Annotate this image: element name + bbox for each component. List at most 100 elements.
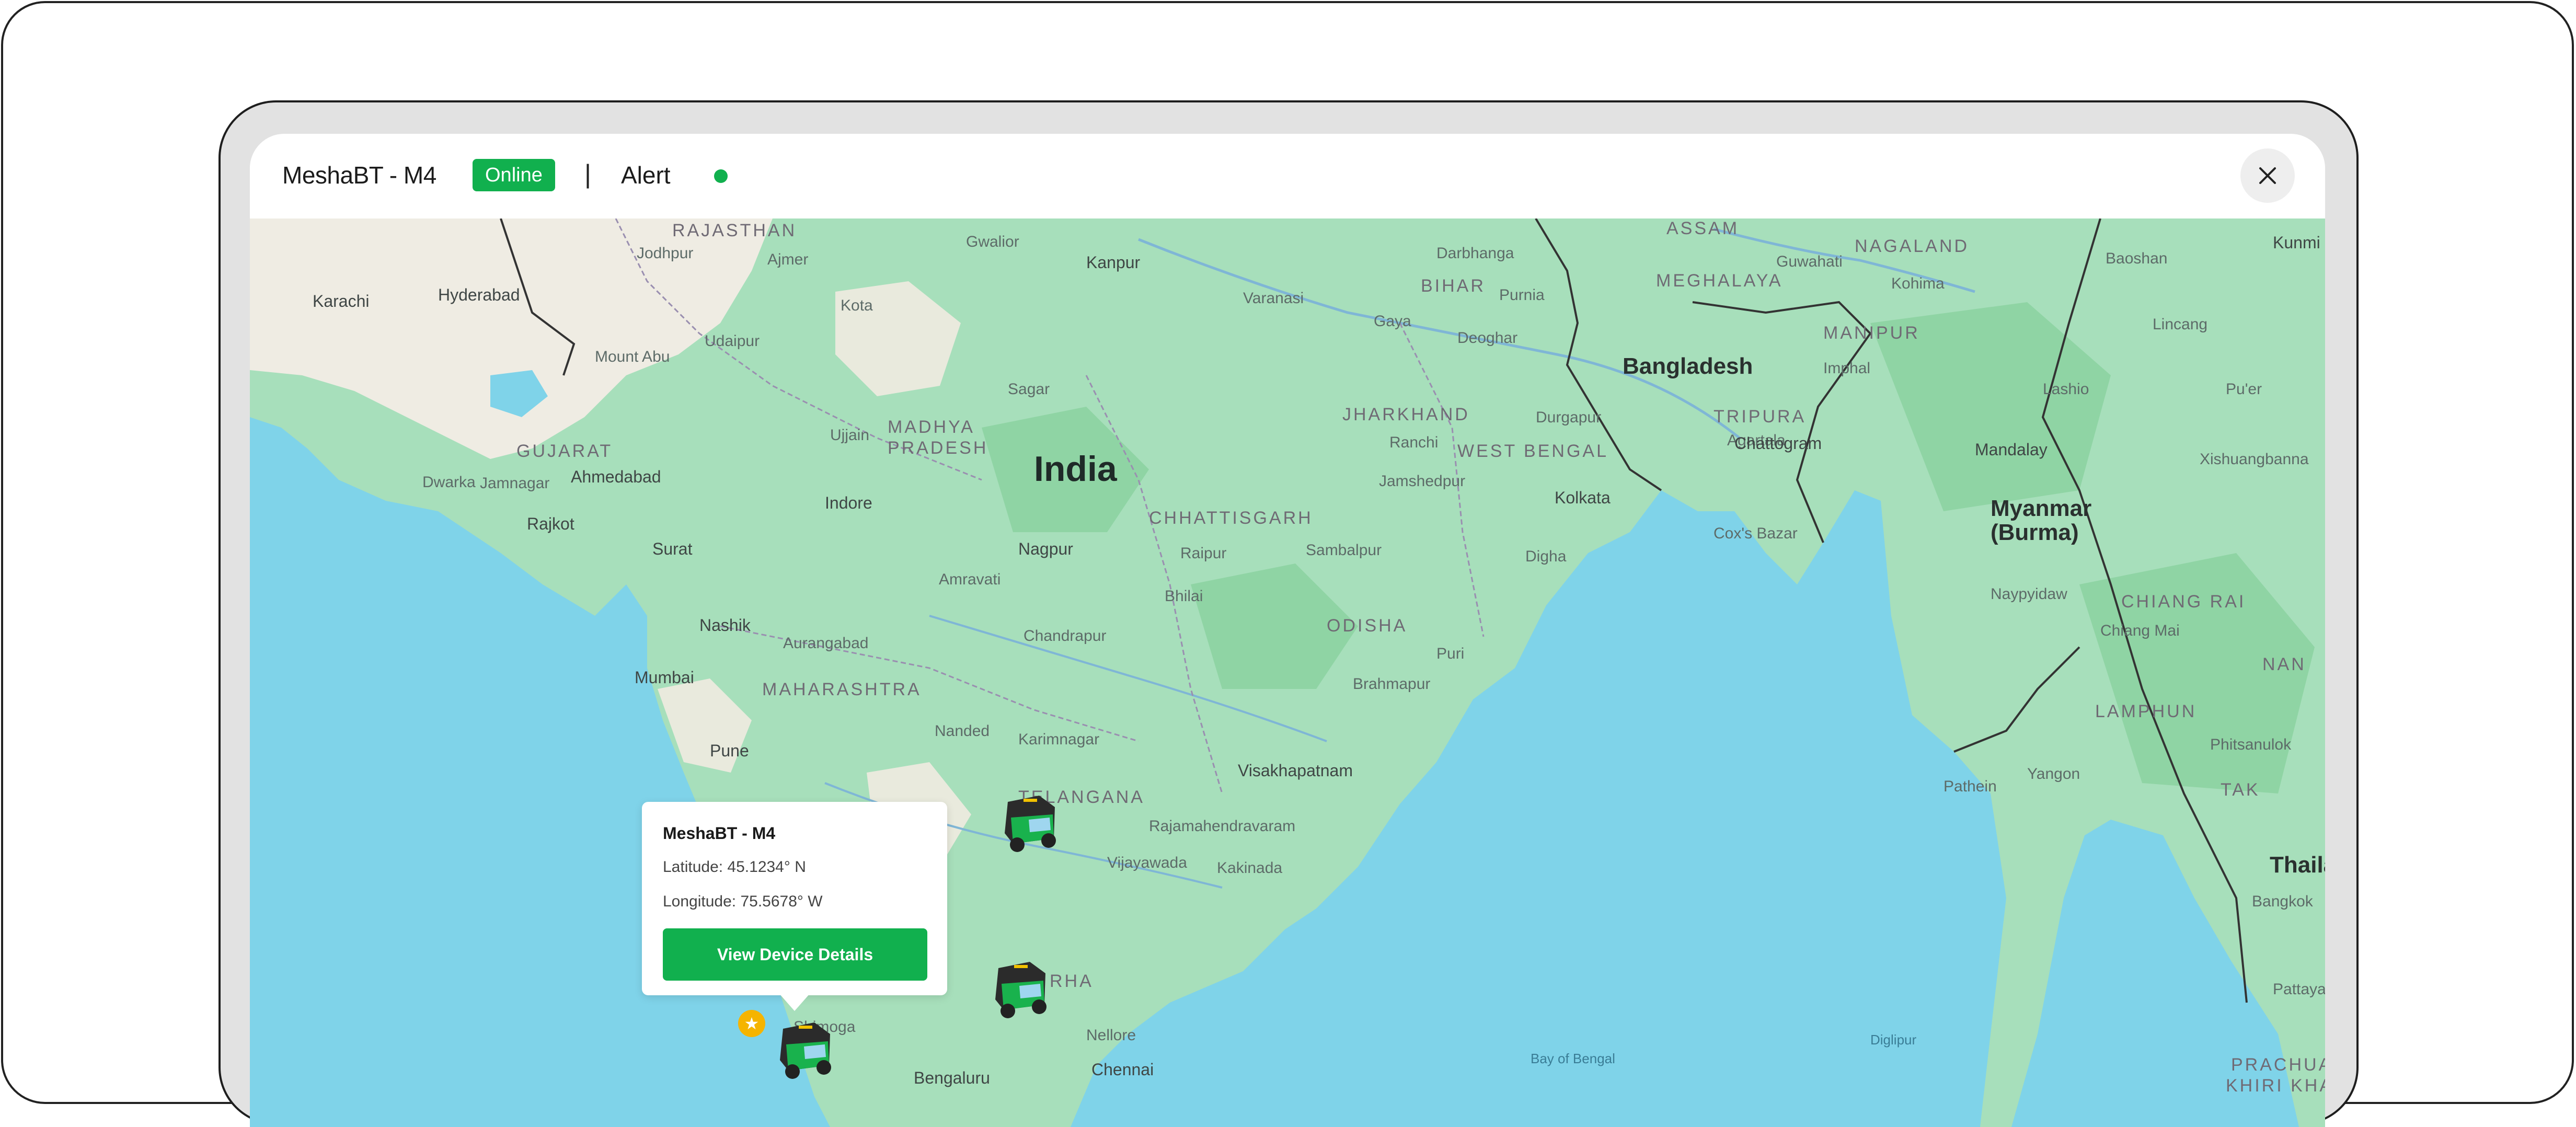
map-label-brahmapur: Brahmapur bbox=[1353, 675, 1431, 693]
map-label-baoshan: Baoshan bbox=[2106, 250, 2168, 267]
map-label-nellore: Nellore bbox=[1086, 1027, 1136, 1044]
map-label-madhya: MADHYA bbox=[888, 417, 975, 437]
map-label-sagar: Sagar bbox=[1008, 381, 1050, 398]
map-label-bay-of-bengal: Bay of Bengal bbox=[1531, 1051, 1615, 1066]
map-label-tripura: TRIPURA bbox=[1714, 407, 1807, 427]
map-label-odisha: ODISHA bbox=[1327, 616, 1408, 636]
map-label-gwalior: Gwalior bbox=[966, 233, 1019, 250]
map-label-tak: TAK bbox=[2221, 780, 2260, 800]
map-label-bangkok: Bangkok bbox=[2252, 893, 2313, 910]
map-label-bihar: BIHAR bbox=[1421, 276, 1486, 296]
map-label-chhattisgarh: CHHATTISGARH bbox=[1149, 508, 1313, 528]
map-label-dwarka: Dwarka bbox=[422, 474, 476, 491]
map-label-nagaland: NAGALAND bbox=[1855, 236, 1970, 256]
vehicle-marker-2[interactable] bbox=[983, 952, 1056, 1026]
popup-latitude: Latitude: 45.1234° N bbox=[663, 858, 806, 876]
map-label-puri: Puri bbox=[1436, 645, 1465, 662]
map-label-jharkhand: JHARKHAND bbox=[1342, 405, 1470, 424]
map-label-naypyidaw: Naypyidaw bbox=[1991, 585, 2067, 603]
map-label-kohima: Kohima bbox=[1891, 275, 1945, 292]
map-label-lamphun: LAMPHUN bbox=[2095, 702, 2197, 721]
view-device-details-button[interactable]: View Device Details bbox=[663, 928, 927, 981]
map-label-deoghar: Deoghar bbox=[1457, 329, 1518, 347]
map-label-chiang-mai: Chiang Mai bbox=[2100, 622, 2180, 639]
popup-title: MeshaBT - M4 bbox=[663, 824, 776, 843]
map-label-indore: Indore bbox=[825, 493, 872, 512]
alert-status-dot bbox=[714, 169, 728, 183]
map-label-assam: ASSAM bbox=[1666, 218, 1740, 238]
map-label-nagpur: Nagpur bbox=[1018, 539, 1073, 558]
map-label-kakinada: Kakinada bbox=[1217, 859, 1283, 877]
map-label-nanded: Nanded bbox=[935, 722, 990, 740]
map-label-diglipur: Diglipur bbox=[1870, 1032, 1917, 1048]
map-label-digha: Digha bbox=[1525, 548, 1567, 565]
map-label-aurangabad: Aurangabad bbox=[783, 635, 869, 652]
map-label-nashik: Nashik bbox=[699, 616, 751, 635]
map-label-visakhapatnam: Visakhapatnam bbox=[1238, 761, 1353, 780]
map-label-chennai: Chennai bbox=[1091, 1060, 1154, 1079]
map-label-bhilai: Bhilai bbox=[1165, 588, 1203, 605]
map-label-durgapur: Durgapur bbox=[1536, 409, 1602, 426]
map-label-thailand: Thaila bbox=[2270, 852, 2325, 878]
map-label-india: India bbox=[1034, 449, 1117, 489]
map-label-raipur: Raipur bbox=[1180, 545, 1227, 562]
app-screen: MeshaBT - M4 Online | Alert RAJASTHAN AS… bbox=[250, 134, 2325, 1127]
status-badge: Online bbox=[473, 159, 555, 191]
map-label-varanasi: Varanasi bbox=[1243, 290, 1304, 307]
map-label-meghalaya: MEGHALAYA bbox=[1656, 271, 1783, 291]
map-label-myanmar: Myanmar bbox=[1991, 496, 2092, 521]
close-icon bbox=[2259, 167, 2276, 184]
vehicle-marker-3[interactable] bbox=[767, 1013, 841, 1086]
map-label-manipur: MANIPUR bbox=[1823, 323, 1920, 343]
map-label-rajkot: Rajkot bbox=[527, 514, 574, 533]
device-popup: MeshaBT - M4 Latitude: 45.1234° N Longit… bbox=[642, 802, 947, 995]
map-label-gaya: Gaya bbox=[1374, 313, 1411, 330]
top-bar: MeshaBT - M4 Online | Alert bbox=[250, 134, 2325, 218]
close-button[interactable] bbox=[2240, 148, 2295, 203]
map-label-puer: Pu'er bbox=[2226, 381, 2262, 398]
map-label-surat: Surat bbox=[652, 539, 693, 558]
map-label-burma: (Burma) bbox=[1991, 520, 2079, 545]
map-label-khiri-khan: KHIRI KHAN bbox=[2226, 1076, 2325, 1096]
map-label-kolkata: Kolkata bbox=[1555, 488, 1611, 507]
map-label-lashio: Lashio bbox=[2043, 381, 2089, 398]
map-label-purnia: Purnia bbox=[1499, 286, 1545, 304]
map-label-maharashtra: MAHARASHTRA bbox=[762, 680, 922, 699]
map-label-karimnagar: Karimnagar bbox=[1018, 731, 1100, 748]
device-name: MeshaBT - M4 bbox=[282, 162, 436, 189]
map-label-pradesh: PRADESH bbox=[888, 438, 988, 458]
map-label-jodhpur: Jodhpur bbox=[637, 245, 694, 262]
map-label-darbhanga: Darbhanga bbox=[1436, 245, 1514, 262]
map-label-vijayawada: Vijayawada bbox=[1107, 854, 1187, 871]
map-label-yangon: Yangon bbox=[2027, 765, 2080, 783]
map-label-rajasthan: RAJASTHAN bbox=[672, 221, 797, 240]
map-view[interactable]: RAJASTHAN ASSAM NAGALAND MEGHALAYA MANIP… bbox=[250, 218, 2325, 1127]
map-label-chandrapur: Chandrapur bbox=[1024, 627, 1107, 645]
map-label-rajamahendravaram: Rajamahendravaram bbox=[1149, 818, 1296, 835]
map-label-pune: Pune bbox=[710, 741, 749, 760]
popup-tail bbox=[779, 993, 810, 1011]
map-label-west-bengal: WEST BENGAL bbox=[1457, 441, 1608, 461]
map-label-imphal: Imphal bbox=[1823, 360, 1871, 377]
map-label-hyderabad-pk: Hyderabad bbox=[438, 285, 520, 304]
popup-longitude: Longitude: 75.5678° W bbox=[663, 893, 823, 910]
map-label-mumbai: Mumbai bbox=[635, 668, 694, 687]
map-label-pattaya: Pattaya bbox=[2273, 981, 2325, 998]
map-label-prachuap: PRACHUAP bbox=[2231, 1055, 2325, 1075]
map-label-mount-abu: Mount Abu bbox=[595, 348, 670, 365]
alert-label: Alert bbox=[621, 162, 671, 189]
map-label-nan: NAN bbox=[2262, 654, 2306, 674]
map-label-amravati: Amravati bbox=[939, 571, 1001, 588]
map-label-kanpur: Kanpur bbox=[1086, 253, 1141, 272]
map-label-sambalpur: Sambalpur bbox=[1306, 542, 1382, 559]
map-label-kunmi: Kunmi bbox=[2273, 233, 2320, 252]
map-label-karachi: Karachi bbox=[313, 292, 370, 310]
star-icon[interactable]: ★ bbox=[738, 1010, 765, 1037]
map-label-phitsanulok: Phitsanulok bbox=[2210, 736, 2292, 753]
separator: | bbox=[584, 159, 591, 189]
map-label-ranchi: Ranchi bbox=[1389, 434, 1439, 451]
vehicle-marker-1[interactable] bbox=[992, 786, 1065, 859]
map-label-kota: Kota bbox=[841, 297, 873, 314]
map-label-lincang: Lincang bbox=[2153, 316, 2208, 333]
map-label-chattogram: Chattogram bbox=[1734, 434, 1822, 453]
